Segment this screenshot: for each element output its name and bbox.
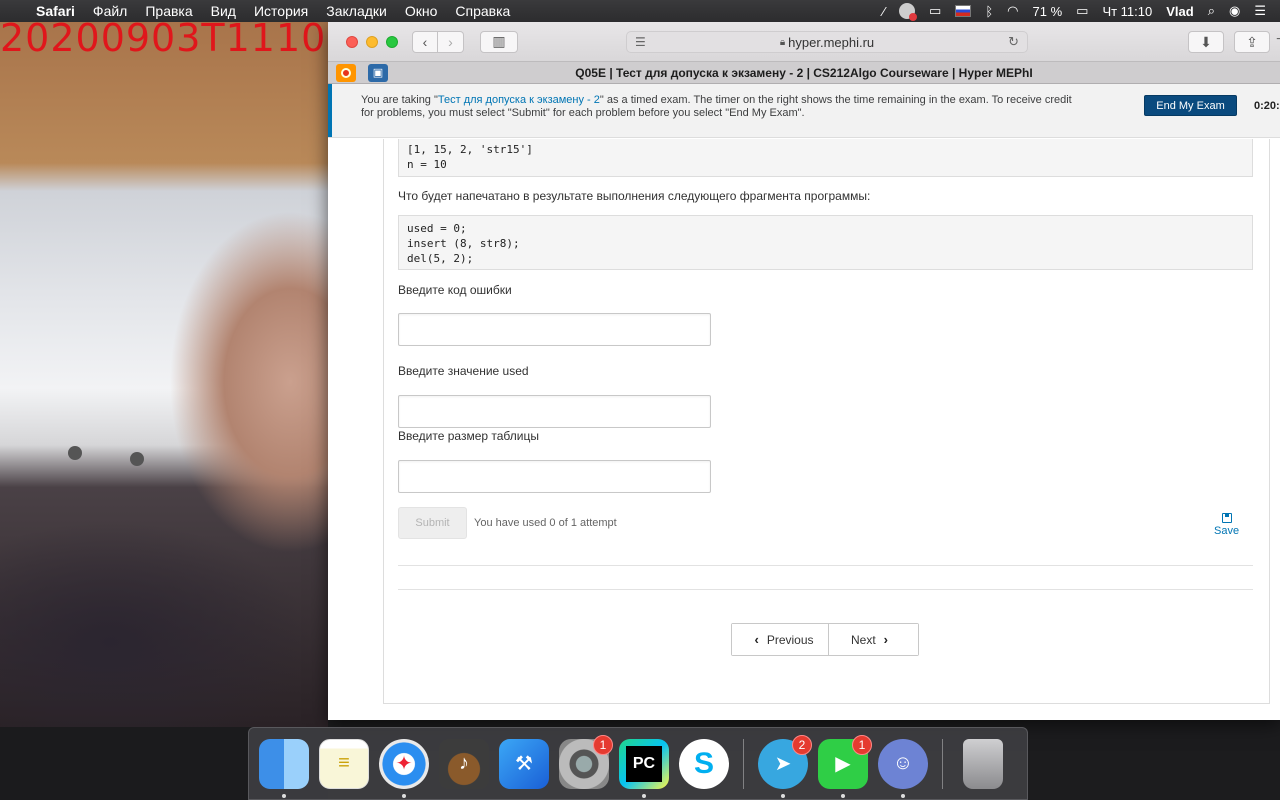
forward-button[interactable]: ›: [438, 30, 464, 53]
garageband-dock-icon[interactable]: ♪: [439, 738, 489, 789]
new-tab-icon[interactable]: +: [1276, 31, 1280, 49]
save-button[interactable]: Save: [1214, 513, 1239, 537]
user-name[interactable]: Vlad: [1166, 4, 1193, 19]
tab-bar: ▣ Q05E | Тест для допуска к экзамену - 2…: [328, 62, 1280, 84]
previous-button[interactable]: ‹ Previous: [732, 624, 829, 655]
label-table-size: Введите размер таблицы: [398, 429, 539, 443]
pycharm-dock-icon[interactable]: PC: [619, 738, 669, 798]
pinned-tab-chat-icon[interactable]: ▣: [368, 63, 388, 82]
siri-icon[interactable]: ◉: [1229, 3, 1240, 19]
spotlight-search-icon[interactable]: ⌕: [1208, 3, 1215, 19]
discord-dock-icon[interactable]: ☺: [878, 738, 928, 798]
save-label: Save: [1214, 525, 1240, 537]
address-bar[interactable]: ☰ 🔒︎ hyper.mephi.ru ↻: [626, 31, 1028, 53]
divider: [398, 589, 1253, 590]
reload-icon[interactable]: ↻: [1008, 34, 1019, 50]
input-source-flag-icon[interactable]: [955, 5, 972, 17]
lock-icon: 🔒︎: [779, 36, 786, 48]
menu-history[interactable]: История: [254, 3, 308, 19]
telegram-dock-icon[interactable]: ➤ 2: [758, 734, 812, 798]
battery-icon[interactable]: ▭: [1076, 3, 1088, 19]
window-controls: [328, 35, 398, 48]
attempts-text: You have used 0 of 1 attempt: [474, 517, 617, 529]
ceiling-light: [130, 452, 144, 466]
address-text: hyper.mephi.ru: [788, 34, 875, 50]
end-my-exam-button[interactable]: End My Exam: [1144, 95, 1237, 116]
system-preferences-badge: 1: [593, 734, 613, 755]
webcam-preview: 20200903T111029: [0, 22, 328, 727]
facetime-badge: 1: [852, 734, 872, 755]
skype-dock-icon[interactable]: S: [679, 738, 729, 789]
battery-percent[interactable]: 71 %: [1033, 4, 1063, 19]
table-size-input[interactable]: [398, 460, 711, 493]
sequence-pager: ‹ Previous Next ›: [731, 623, 919, 656]
label-used-value: Введите значение used: [398, 364, 529, 378]
error-code-input[interactable]: [398, 313, 711, 346]
dock-separator: [942, 738, 943, 789]
browser-toolbar: ‹ › ▥ ☰ 🔒︎ hyper.mephi.ru ↻ ⬇ ⇪ +: [328, 22, 1280, 62]
save-icon: [1221, 513, 1232, 523]
trash-dock-icon[interactable]: [963, 738, 1003, 789]
share-icon: ⇪: [1246, 33, 1258, 50]
xcode-dock-icon[interactable]: ⚒: [499, 738, 549, 789]
telegram-badge: 2: [792, 734, 812, 755]
next-label: Next: [850, 632, 876, 647]
label-error-code: Введите код ошибки: [398, 283, 512, 297]
chevron-right-icon: ›: [883, 632, 889, 647]
fullscreen-window-button[interactable]: [386, 35, 398, 48]
finder-dock-icon[interactable]: [259, 738, 309, 798]
menu-bookmarks[interactable]: Закладки: [326, 3, 387, 19]
dock-separator: [743, 738, 744, 789]
system-preferences-dock-icon[interactable]: 1: [559, 734, 613, 789]
previous-label: Previous: [766, 632, 814, 647]
notes-dock-icon[interactable]: ≡: [319, 738, 369, 789]
downloads-button[interactable]: ⬇: [1188, 31, 1224, 53]
chevron-left-icon: ‹: [754, 632, 759, 647]
menu-view[interactable]: Вид: [211, 3, 236, 19]
wifi-icon[interactable]: ◠: [1007, 3, 1018, 19]
share-button[interactable]: ⇪: [1234, 31, 1270, 53]
facetime-dock-icon[interactable]: ▶ 1: [818, 734, 872, 798]
used-value-input[interactable]: [398, 395, 711, 428]
exam-timer: 0:20:: [1254, 100, 1280, 112]
menu-app-name[interactable]: Safari: [36, 3, 75, 19]
macos-menu-bar: Safari Файл Правка Вид История Закладки …: [0, 0, 1280, 22]
back-button[interactable]: ‹: [412, 30, 438, 53]
active-tab-title: Q05E | Тест для допуска к экзамену - 2 |…: [575, 65, 1033, 80]
notification-center-icon[interactable]: ☰: [1254, 3, 1266, 19]
code-block-initial-state: [1, 15, 2, 'str15'] n = 10: [398, 139, 1253, 177]
timed-exam-banner: You are taking "Тест для допуска к экзам…: [328, 84, 1280, 138]
bluetooth-icon[interactable]: ᛒ: [985, 4, 993, 19]
ceiling-light: [68, 446, 82, 460]
webcam-timestamp-watermark: 20200903T111029: [0, 22, 328, 60]
menu-file[interactable]: Файл: [93, 3, 127, 19]
safari-dock-icon[interactable]: ✦: [379, 738, 429, 798]
exam-banner-message: You are taking "Тест для допуска к экзам…: [361, 94, 1072, 119]
notification-app-icon[interactable]: [899, 3, 918, 21]
chevron-right-icon: ›: [448, 33, 453, 50]
close-window-button[interactable]: [346, 35, 358, 48]
exam-name-link[interactable]: Тест для допуска к экзамену - 2: [438, 94, 600, 106]
pinned-tab-icon[interactable]: [336, 63, 356, 82]
clock[interactable]: Чт 11:10: [1102, 4, 1152, 19]
next-button[interactable]: Next ›: [829, 624, 918, 655]
submit-button[interactable]: Submit: [398, 507, 467, 539]
display-icon[interactable]: ▭: [929, 3, 941, 19]
menu-edit[interactable]: Правка: [145, 3, 192, 19]
download-icon: ⬇: [1200, 33, 1212, 50]
sidebar-toggle-button[interactable]: ▥: [480, 30, 518, 53]
sidebar-icon: ▥: [492, 33, 506, 49]
code-block-program: used = 0; insert (8, str8); del(5, 2);: [398, 215, 1253, 270]
minimize-window-button[interactable]: [366, 35, 378, 48]
safari-window: ‹ › ▥ ☰ 🔒︎ hyper.mephi.ru ↻ ⬇ ⇪ + ▣ Q05E…: [328, 22, 1280, 720]
macos-dock: ≡ ✦ ♪ ⚒ 1 PC S ➤ 2 ▶ 1 ☺: [248, 727, 1028, 800]
divider: [398, 565, 1253, 566]
chevron-left-icon: ‹: [422, 33, 428, 50]
course-content: [1, 15, 2, 'str15'] n = 10 Что будет нап…: [328, 139, 1280, 720]
bluetooth-off-icon[interactable]: ⁄: [883, 4, 885, 19]
question-text: Что будет напечатано в результате выполн…: [398, 189, 871, 203]
menu-window[interactable]: Окно: [405, 3, 438, 19]
menu-help[interactable]: Справка: [455, 3, 510, 19]
reader-view-icon[interactable]: ☰: [635, 35, 646, 49]
